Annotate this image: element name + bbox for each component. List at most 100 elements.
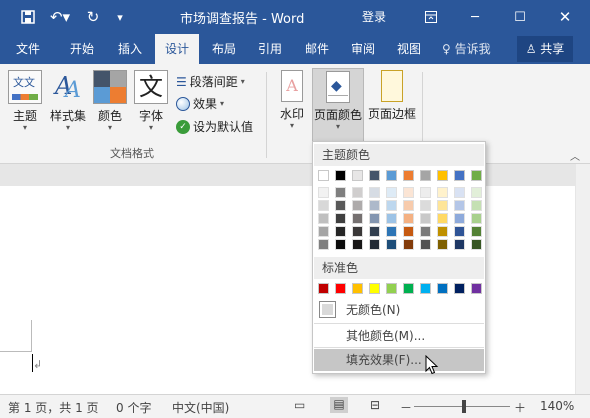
vertical-scrollbar[interactable] [576, 164, 590, 394]
set-default-button[interactable]: ✓ 设为默认值 [176, 117, 253, 137]
theme-shade-swatch[interactable] [454, 213, 465, 224]
theme-color-swatch[interactable] [437, 170, 448, 181]
theme-shade-swatch[interactable] [403, 187, 414, 198]
theme-shade-swatch[interactable] [369, 200, 380, 211]
tab-references[interactable]: 引用 [247, 34, 293, 64]
zoom-out-button[interactable]: － [400, 399, 412, 416]
theme-shade-swatch[interactable] [352, 226, 363, 237]
theme-color-swatch[interactable] [352, 170, 363, 181]
tab-view[interactable]: 视图 [386, 34, 432, 64]
theme-shade-swatch[interactable] [369, 239, 380, 250]
language[interactable]: 中文(中国) [172, 399, 229, 416]
theme-shade-swatch[interactable] [471, 187, 482, 198]
standard-color-swatch[interactable] [454, 283, 465, 294]
theme-shade-swatch[interactable] [437, 200, 448, 211]
theme-shade-swatch[interactable] [369, 213, 380, 224]
page-count[interactable]: 第 1 页，共 1 页 [8, 399, 99, 416]
theme-shade-swatch[interactable] [335, 213, 346, 224]
fill-effects-option[interactable]: 填充效果(F)... [314, 349, 484, 371]
theme-color-swatch[interactable] [471, 170, 482, 181]
theme-shade-swatch[interactable] [386, 187, 397, 198]
read-mode-icon[interactable]: ▭ [294, 398, 305, 412]
theme-shade-swatch[interactable] [403, 239, 414, 250]
fonts-button[interactable]: 文 字体 ▾ [132, 70, 170, 132]
standard-color-swatch[interactable] [386, 283, 397, 294]
login-link[interactable]: 登录 [362, 8, 386, 25]
tab-design[interactable]: 设计 [155, 34, 199, 64]
theme-shade-swatch[interactable] [471, 239, 482, 250]
collapse-ribbon-icon[interactable]: ︿ [570, 148, 580, 163]
theme-shade-swatch[interactable] [318, 226, 329, 237]
theme-shade-swatch[interactable] [318, 200, 329, 211]
redo-icon[interactable]: ↻ [80, 0, 106, 34]
theme-shade-swatch[interactable] [403, 200, 414, 211]
theme-shade-swatch[interactable] [437, 187, 448, 198]
maximize-icon[interactable]: ☐ [503, 0, 537, 34]
standard-color-swatch[interactable] [335, 283, 346, 294]
theme-color-swatch[interactable] [318, 170, 329, 181]
theme-shade-swatch[interactable] [403, 213, 414, 224]
share-button[interactable]: ♙ 共享 [517, 36, 573, 62]
theme-shade-swatch[interactable] [318, 239, 329, 250]
theme-shade-swatch[interactable] [454, 239, 465, 250]
paragraph-spacing-button[interactable]: ☰ 段落间距 ▾ [176, 72, 245, 92]
theme-shade-swatch[interactable] [471, 200, 482, 211]
theme-shade-swatch[interactable] [335, 226, 346, 237]
more-colors-option[interactable]: 其他颜色(M)... [314, 325, 484, 347]
page-border-button[interactable]: 页面边框 [366, 70, 418, 122]
ribbon-display-icon[interactable] [414, 0, 448, 34]
zoom-slider-thumb[interactable] [462, 400, 466, 413]
theme-shade-swatch[interactable] [454, 200, 465, 211]
minimize-icon[interactable]: ─ [458, 0, 492, 34]
standard-color-swatch[interactable] [471, 283, 482, 294]
standard-color-swatch[interactable] [369, 283, 380, 294]
tab-layout[interactable]: 布局 [201, 34, 247, 64]
theme-shade-swatch[interactable] [352, 200, 363, 211]
theme-shade-swatch[interactable] [471, 226, 482, 237]
theme-color-swatch[interactable] [403, 170, 414, 181]
tab-mailings[interactable]: 邮件 [294, 34, 340, 64]
standard-color-swatch[interactable] [437, 283, 448, 294]
standard-color-swatch[interactable] [403, 283, 414, 294]
standard-color-swatch[interactable] [352, 283, 363, 294]
theme-shade-swatch[interactable] [420, 187, 431, 198]
theme-shade-swatch[interactable] [420, 213, 431, 224]
theme-color-swatch[interactable] [454, 170, 465, 181]
tab-file[interactable]: 文件 [4, 34, 52, 64]
theme-shade-swatch[interactable] [437, 226, 448, 237]
theme-shade-swatch[interactable] [335, 200, 346, 211]
theme-color-swatch[interactable] [369, 170, 380, 181]
colors-button[interactable]: 颜色 ▾ [92, 70, 128, 132]
tab-insert[interactable]: 插入 [106, 34, 154, 64]
theme-shade-swatch[interactable] [437, 213, 448, 224]
effects-button[interactable]: 效果 ▾ [176, 94, 224, 114]
theme-shade-swatch[interactable] [420, 239, 431, 250]
theme-shade-swatch[interactable] [454, 226, 465, 237]
theme-shade-swatch[interactable] [386, 226, 397, 237]
tab-home[interactable]: 开始 [58, 34, 106, 64]
theme-shade-swatch[interactable] [352, 187, 363, 198]
theme-color-swatch[interactable] [386, 170, 397, 181]
theme-shade-swatch[interactable] [386, 213, 397, 224]
theme-shade-swatch[interactable] [471, 213, 482, 224]
theme-shade-swatch[interactable] [352, 239, 363, 250]
zoom-level[interactable]: 140% [540, 399, 574, 413]
customize-icon[interactable]: ▾ [110, 0, 130, 34]
print-layout-icon[interactable]: ▤ [330, 397, 348, 413]
theme-button[interactable]: 文文 主题 ▾ [6, 70, 44, 132]
theme-shade-swatch[interactable] [386, 239, 397, 250]
theme-shade-swatch[interactable] [318, 213, 329, 224]
web-layout-icon[interactable]: ⊟ [370, 398, 380, 412]
page-color-button[interactable]: ◆ 页面颜色 ▾ [312, 68, 364, 142]
theme-shade-swatch[interactable] [369, 226, 380, 237]
close-icon[interactable]: ✕ [548, 0, 582, 34]
tell-me-search[interactable]: ♀ 告诉我 [442, 34, 491, 64]
save-icon[interactable] [14, 0, 42, 34]
theme-shade-swatch[interactable] [454, 187, 465, 198]
zoom-in-button[interactable]: ＋ [514, 399, 526, 416]
theme-color-swatch[interactable] [335, 170, 346, 181]
theme-shade-swatch[interactable] [318, 187, 329, 198]
theme-shade-swatch[interactable] [403, 226, 414, 237]
theme-color-swatch[interactable] [420, 170, 431, 181]
tab-review[interactable]: 审阅 [340, 34, 386, 64]
